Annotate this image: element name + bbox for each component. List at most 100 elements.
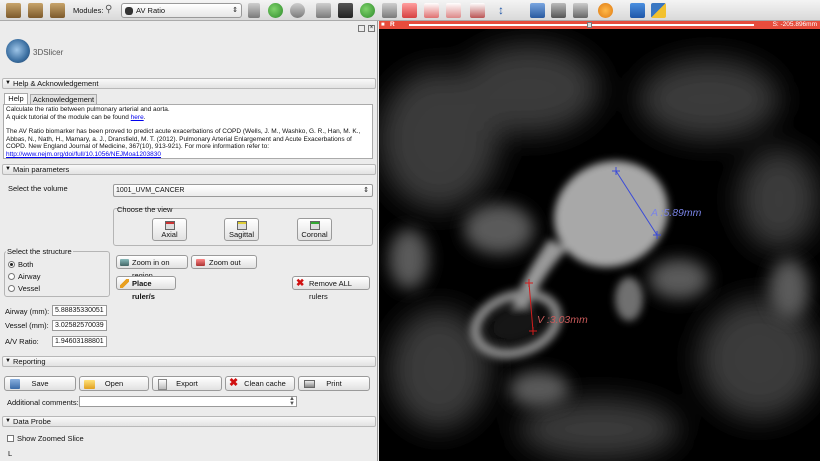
main-toolbar: Modules: ⚲ AV Ratio ⇕ ↕ [0,0,820,21]
sagittal-button[interactable]: Sagittal [224,218,259,241]
printer-icon [304,380,315,388]
place-ruler-label: Place ruler/s [132,279,155,301]
vessel-field[interactable]: 3.02582570039 [52,320,107,331]
crosshair-arrows-icon[interactable]: ↕ [498,3,510,18]
slice-slider-handle[interactable] [587,22,592,28]
main-parameters-label: Main parameters [13,165,70,174]
zoom-in-button[interactable]: Zoom in on region [116,255,188,280]
extension-manager-icon[interactable] [630,3,645,18]
help-line2: A quick tutorial of the module can be fo… [6,113,146,121]
tab-help[interactable]: Help [4,93,28,104]
help-section-header[interactable]: ▼ Help & Acknowledgement [2,78,376,89]
tab-acknowledgement[interactable]: Acknowledgement [30,94,97,104]
models-module-icon[interactable] [360,3,375,18]
undock-icon[interactable] [358,25,365,32]
coronal-view-icon [310,221,320,230]
radio-both[interactable] [8,261,15,268]
load-data-icon[interactable] [6,3,21,18]
module-icon [125,7,133,15]
sagittal-label: Sagittal [228,230,255,239]
print-button[interactable]: Print [298,376,370,391]
spinner-arrows-icon[interactable]: ▲ ▼ [289,396,295,407]
place-fiducial-icon[interactable] [598,3,613,18]
updown-arrows-icon: ⇕ [232,7,238,14]
view-group-title: Choose the view [117,205,173,214]
radio-vessel[interactable] [8,285,15,292]
ruler-v[interactable] [525,279,537,335]
updown-arrows-icon: ⇕ [363,187,369,194]
volume-label: Select the volume [8,184,68,193]
data-module-icon[interactable] [316,3,331,18]
open-button[interactable]: Open [79,376,149,391]
open-folder-icon [84,380,95,389]
comments-input[interactable]: ▲ ▼ [79,396,297,407]
module-search-icon[interactable]: ⚲ [105,4,118,17]
help-text-box: Calculate the ratio between pulmonary ar… [3,104,373,159]
transforms-module-icon[interactable] [382,3,397,18]
save-scene-icon[interactable] [50,3,65,18]
show-zoomed-checkbox[interactable] [7,435,14,442]
show-zoomed-label: Show Zoomed Slice [17,434,84,443]
radio-airway[interactable] [8,273,15,280]
remove-rulers-label: Remove ALL rulers [309,279,352,301]
zoom-out-label: Zoom out [209,258,241,267]
help-header-label: Help & Acknowledgement [13,79,99,88]
clean-cache-button[interactable]: ✖ Clean cache [225,376,295,391]
module-selector[interactable]: AV Ratio ⇕ [121,3,242,18]
axial-label: Axial [161,230,178,239]
zoom-out-icon [196,259,205,266]
layout-icon[interactable] [470,3,485,18]
slice-view-icon[interactable] [573,3,588,18]
structure-group-title: Select the structure [6,247,73,256]
screenshot-icon[interactable] [530,3,545,18]
ruler-a[interactable] [612,167,661,239]
editor-module-icon[interactable] [424,3,439,18]
slice-offset-value: S: -205.896mm [772,21,817,28]
forward-arrow-icon[interactable] [290,3,305,18]
slice-letter: R [390,21,395,28]
module-history-icon[interactable] [248,3,260,18]
back-arrow-icon[interactable] [268,3,283,18]
reporting-header[interactable]: ▼ Reporting [2,356,376,367]
airway-field[interactable]: 5.88835330051 [52,305,107,316]
module-selector-value: AV Ratio [136,6,166,15]
volume-selector[interactable]: 1001_UVM_CANCER ⇕ [113,184,373,197]
zoom-in-icon [120,259,129,266]
tutorial-link[interactable]: here [131,114,144,121]
data-probe-header[interactable]: ▼ Data Probe [2,416,376,427]
ruler-a-label: A :5.89mm [651,207,702,219]
probe-coordinate-letter: L [8,449,13,458]
slice-slider-track[interactable] [409,22,754,28]
red-slice-view[interactable]: ■ R S: -205.896mm A:5.89mm V:3.03mm [379,21,820,461]
pin-icon[interactable]: ■ [381,21,385,29]
clean-cache-label: Clean cache [244,379,286,388]
zoom-out-button[interactable]: Zoom out [191,255,257,269]
close-icon[interactable]: × [368,25,375,32]
radio-airway-label: Airway [18,272,41,281]
save-button[interactable]: Save [4,376,76,391]
collapse-triangle-icon: ▼ [5,358,11,364]
ratio-field[interactable]: 1.94603188801 [52,336,107,347]
module-panel: × 3DSlicer ▼ Help & Acknowledgement Help… [0,21,378,461]
save-disk-icon [10,379,20,389]
data-probe-label: Data Probe [13,417,51,426]
coronal-button[interactable]: Coronal [297,218,332,241]
main-parameters-header[interactable]: ▼ Main parameters [2,164,376,175]
load-dicom-icon[interactable] [28,3,43,18]
comments-label: Additional comments: [7,398,79,407]
axial-button[interactable]: Axial [152,218,187,241]
nejm-link[interactable]: http://www.nejm.org/doi/full/10.1056/NEJ… [6,151,370,158]
remove-rulers-button[interactable]: ✖ Remove ALL rulers [292,276,370,301]
collapse-triangle-icon: ▼ [5,80,11,86]
fiducial-module-icon[interactable] [446,3,461,18]
place-ruler-button[interactable]: Place ruler/s [116,276,176,301]
python-console-icon[interactable] [651,3,666,18]
coronal-label: Coronal [301,230,328,239]
volumes-module-icon[interactable] [338,3,353,18]
slice-controller-bar[interactable]: ■ R S: -205.896mm [379,21,820,29]
view-link-icon[interactable] [551,3,566,18]
export-button[interactable]: Export [152,376,222,391]
markups-module-icon[interactable] [402,3,417,18]
tab-help-label: Help [8,94,24,103]
export-document-icon [158,379,167,390]
